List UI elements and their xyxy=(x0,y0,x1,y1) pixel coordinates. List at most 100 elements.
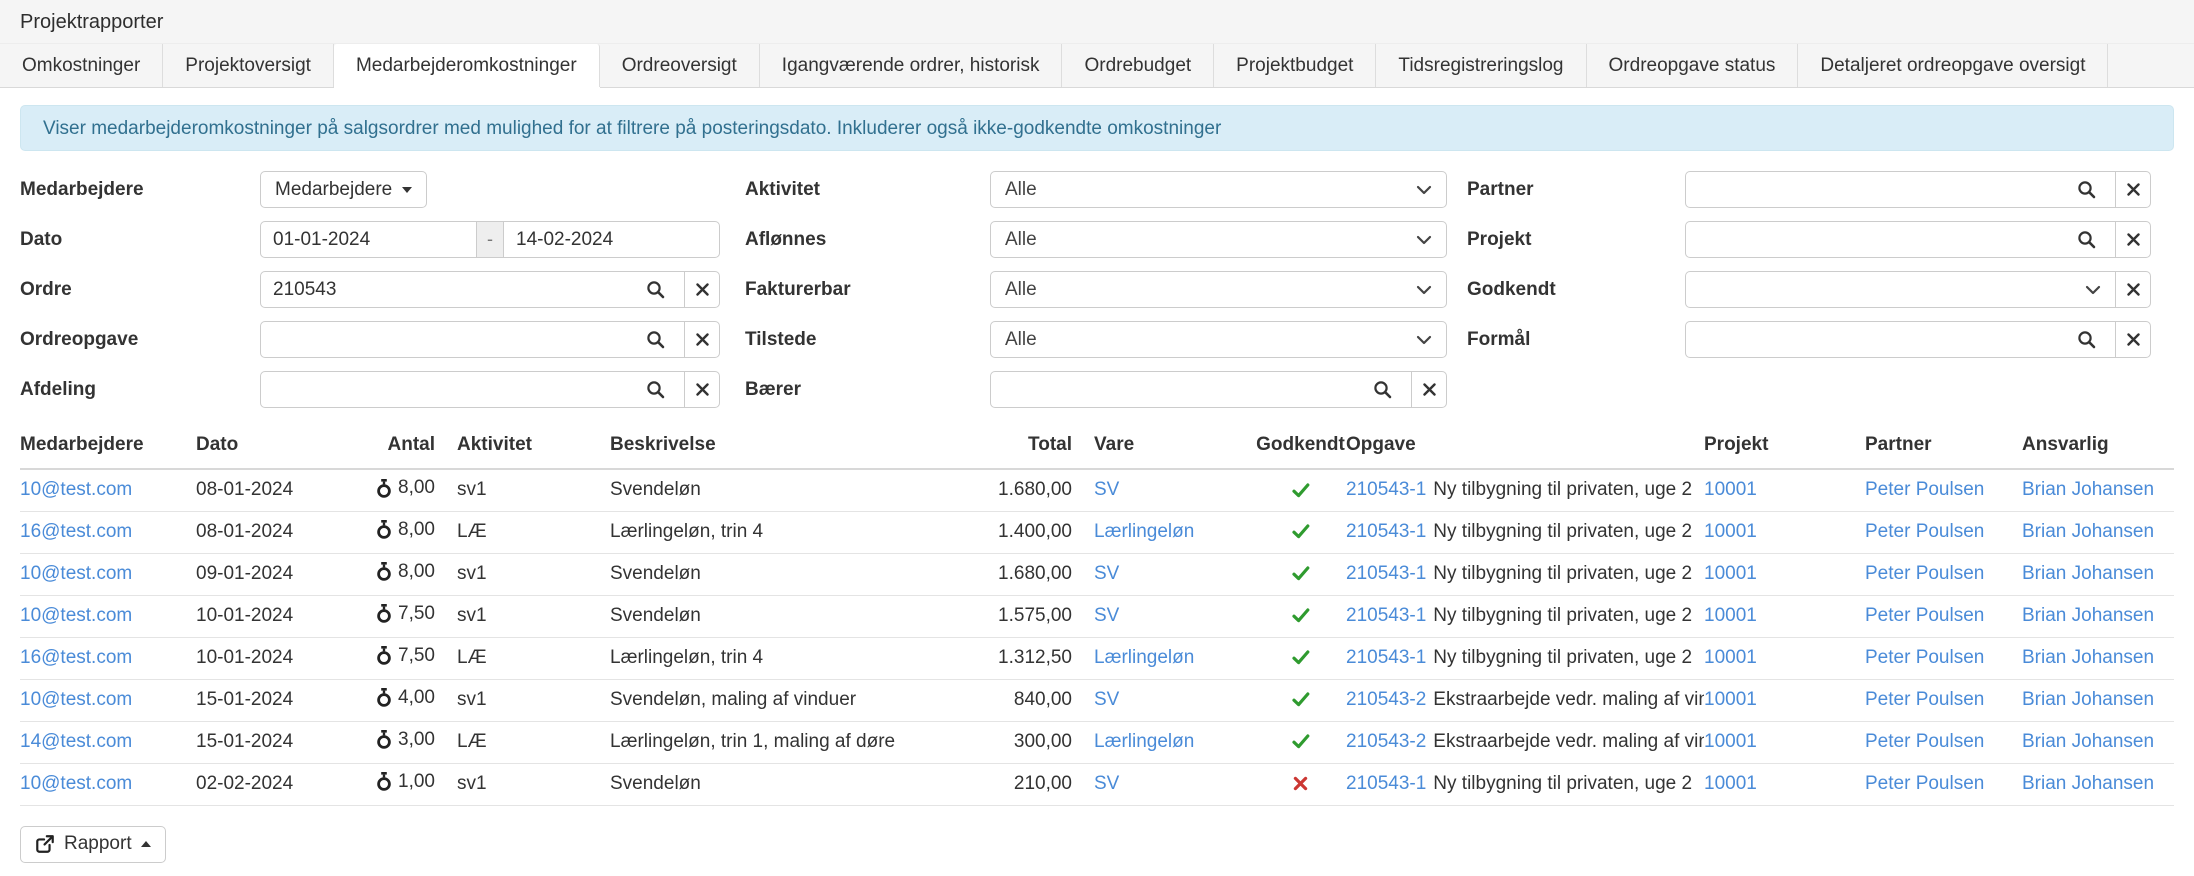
tab-projektoversigt[interactable]: Projektoversigt xyxy=(163,44,334,87)
total-cell: 210,00 xyxy=(970,763,1072,805)
medarbejder-link[interactable]: 16@test.com xyxy=(20,521,132,542)
partner-input[interactable] xyxy=(1685,171,2116,208)
medarbejder-link[interactable]: 10@test.com xyxy=(20,563,132,584)
ordreopgave-input[interactable] xyxy=(260,321,685,358)
opgave-link[interactable]: 210543-1 xyxy=(1346,647,1426,668)
ordreopgave-search-button[interactable] xyxy=(636,321,674,358)
partner-link[interactable]: Peter Poulsen xyxy=(1865,773,1984,794)
fakturerbar-select[interactable]: Alle xyxy=(990,271,1447,308)
partner-link[interactable]: Peter Poulsen xyxy=(1865,521,1984,542)
ansvarlig-link[interactable]: Brian Johansen xyxy=(2022,479,2154,500)
partner-link[interactable]: Peter Poulsen xyxy=(1865,605,1984,626)
formaal-input[interactable] xyxy=(1685,321,2116,358)
vare-link[interactable]: SV xyxy=(1094,773,1119,794)
partner-search-button[interactable] xyxy=(2067,171,2105,208)
vare-link[interactable]: Lærlingeløn xyxy=(1094,731,1194,752)
medarbejder-link[interactable]: 16@test.com xyxy=(20,647,132,668)
medarbejder-link[interactable]: 14@test.com xyxy=(20,731,132,752)
ansvarlig-link[interactable]: Brian Johansen xyxy=(2022,689,2154,710)
tab-detaljeret-ordreopgave-oversigt[interactable]: Detaljeret ordreopgave oversigt xyxy=(1798,44,2108,87)
opgave-link[interactable]: 210543-1 xyxy=(1346,479,1426,500)
tab-omkostninger[interactable]: Omkostninger xyxy=(0,44,163,87)
tilstede-select[interactable]: Alle xyxy=(990,321,1447,358)
approved-check-icon xyxy=(1292,563,1310,584)
opgave-link[interactable]: 210543-1 xyxy=(1346,521,1426,542)
ansvarlig-link[interactable]: Brian Johansen xyxy=(2022,521,2154,542)
medarbejdere-dropdown-button[interactable]: Medarbejdere xyxy=(260,171,427,208)
godkendt-select[interactable] xyxy=(1685,271,2116,308)
ansvarlig-link[interactable]: Brian Johansen xyxy=(2022,563,2154,584)
tab-ordrebudget[interactable]: Ordrebudget xyxy=(1062,44,1214,87)
opgave-link[interactable]: 210543-1 xyxy=(1346,563,1426,584)
projekt-clear-button[interactable] xyxy=(2115,221,2151,258)
vare-link[interactable]: SV xyxy=(1094,605,1119,626)
col-header-opgave: Opgave xyxy=(1346,434,1704,469)
medarbejder-link[interactable]: 10@test.com xyxy=(20,773,132,794)
opgave-link[interactable]: 210543-1 xyxy=(1346,773,1426,794)
projekt-link[interactable]: 10001 xyxy=(1704,773,1757,794)
medarbejder-link[interactable]: 10@test.com xyxy=(20,689,132,710)
aktivitet-select[interactable]: Alle xyxy=(990,171,1447,208)
ansvarlig-link[interactable]: Brian Johansen xyxy=(2022,647,2154,668)
partner-link[interactable]: Peter Poulsen xyxy=(1865,479,1984,500)
baerer-clear-button[interactable] xyxy=(1411,371,1447,408)
ansvarlig-link[interactable]: Brian Johansen xyxy=(2022,731,2154,752)
ansvarlig-link[interactable]: Brian Johansen xyxy=(2022,773,2154,794)
vare-link[interactable]: SV xyxy=(1094,563,1119,584)
partner-link[interactable]: Peter Poulsen xyxy=(1865,647,1984,668)
vare-link[interactable]: SV xyxy=(1094,689,1119,710)
projekt-link[interactable]: 10001 xyxy=(1704,605,1757,626)
tab-label: Projektbudget xyxy=(1236,55,1353,76)
medarbejder-link[interactable]: 10@test.com xyxy=(20,605,132,626)
aktivitet-cell: sv1 xyxy=(435,469,610,511)
tab-projektbudget[interactable]: Projektbudget xyxy=(1214,44,1376,87)
ordre-clear-button[interactable] xyxy=(684,271,720,308)
ordre-search-button[interactable] xyxy=(636,271,674,308)
projekt-link[interactable]: 10001 xyxy=(1704,647,1757,668)
partner-clear-button[interactable] xyxy=(2115,171,2151,208)
projekt-link[interactable]: 10001 xyxy=(1704,563,1757,584)
opgave-link[interactable]: 210543-2 xyxy=(1346,731,1426,752)
afloennes-select[interactable]: Alle xyxy=(990,221,1447,258)
antal-value: 3,00 xyxy=(398,729,435,751)
projekt-input[interactable] xyxy=(1685,221,2116,258)
baerer-search-button[interactable] xyxy=(1363,371,1401,408)
tab-label: Tidsregistreringslog xyxy=(1398,55,1563,76)
tab-igangvaerende-ordrer-historisk[interactable]: Igangværende ordrer, historisk xyxy=(760,44,1063,87)
opgave-link[interactable]: 210543-1 xyxy=(1346,605,1426,626)
total-cell: 1.680,00 xyxy=(970,553,1072,595)
godkendt-clear-button[interactable] xyxy=(2115,271,2151,308)
formaal-search-button[interactable] xyxy=(2067,321,2105,358)
dato-to-input[interactable] xyxy=(503,221,720,258)
partner-link[interactable]: Peter Poulsen xyxy=(1865,563,1984,584)
ordreopgave-clear-button[interactable] xyxy=(684,321,720,358)
projekt-link[interactable]: 10001 xyxy=(1704,731,1757,752)
dato-cell: 10-01-2024 xyxy=(196,637,338,679)
tab-tidsregistreringslog[interactable]: Tidsregistreringslog xyxy=(1376,44,1586,87)
afdeling-search-button[interactable] xyxy=(636,371,674,408)
rapport-button[interactable]: Rapport xyxy=(20,826,166,863)
vare-link[interactable]: SV xyxy=(1094,479,1119,500)
dato-from-input[interactable] xyxy=(260,221,477,258)
tab-medarbejderomkostninger[interactable]: Medarbejderomkostninger xyxy=(334,44,600,87)
projekt-link[interactable]: 10001 xyxy=(1704,479,1757,500)
afdeling-clear-button[interactable] xyxy=(684,371,720,408)
tab-ordreopgave-status[interactable]: Ordreopgave status xyxy=(1587,44,1799,87)
medarbejder-link[interactable]: 10@test.com xyxy=(20,479,132,500)
projekt-link[interactable]: 10001 xyxy=(1704,521,1757,542)
projekt-search-button[interactable] xyxy=(2067,221,2105,258)
projekt-link[interactable]: 10001 xyxy=(1704,689,1757,710)
ordre-input[interactable] xyxy=(260,271,685,308)
tab-ordreoversigt[interactable]: Ordreoversigt xyxy=(600,44,760,87)
afdeling-input[interactable] xyxy=(260,371,685,408)
formaal-clear-button[interactable] xyxy=(2115,321,2151,358)
search-icon xyxy=(646,330,665,349)
vare-link[interactable]: Lærlingeløn xyxy=(1094,647,1194,668)
partner-link[interactable]: Peter Poulsen xyxy=(1865,731,1984,752)
tab-label: Ordreoversigt xyxy=(622,55,737,76)
baerer-input[interactable] xyxy=(990,371,1412,408)
vare-link[interactable]: Lærlingeløn xyxy=(1094,521,1194,542)
ansvarlig-link[interactable]: Brian Johansen xyxy=(2022,605,2154,626)
partner-link[interactable]: Peter Poulsen xyxy=(1865,689,1984,710)
opgave-link[interactable]: 210543-2 xyxy=(1346,689,1426,710)
